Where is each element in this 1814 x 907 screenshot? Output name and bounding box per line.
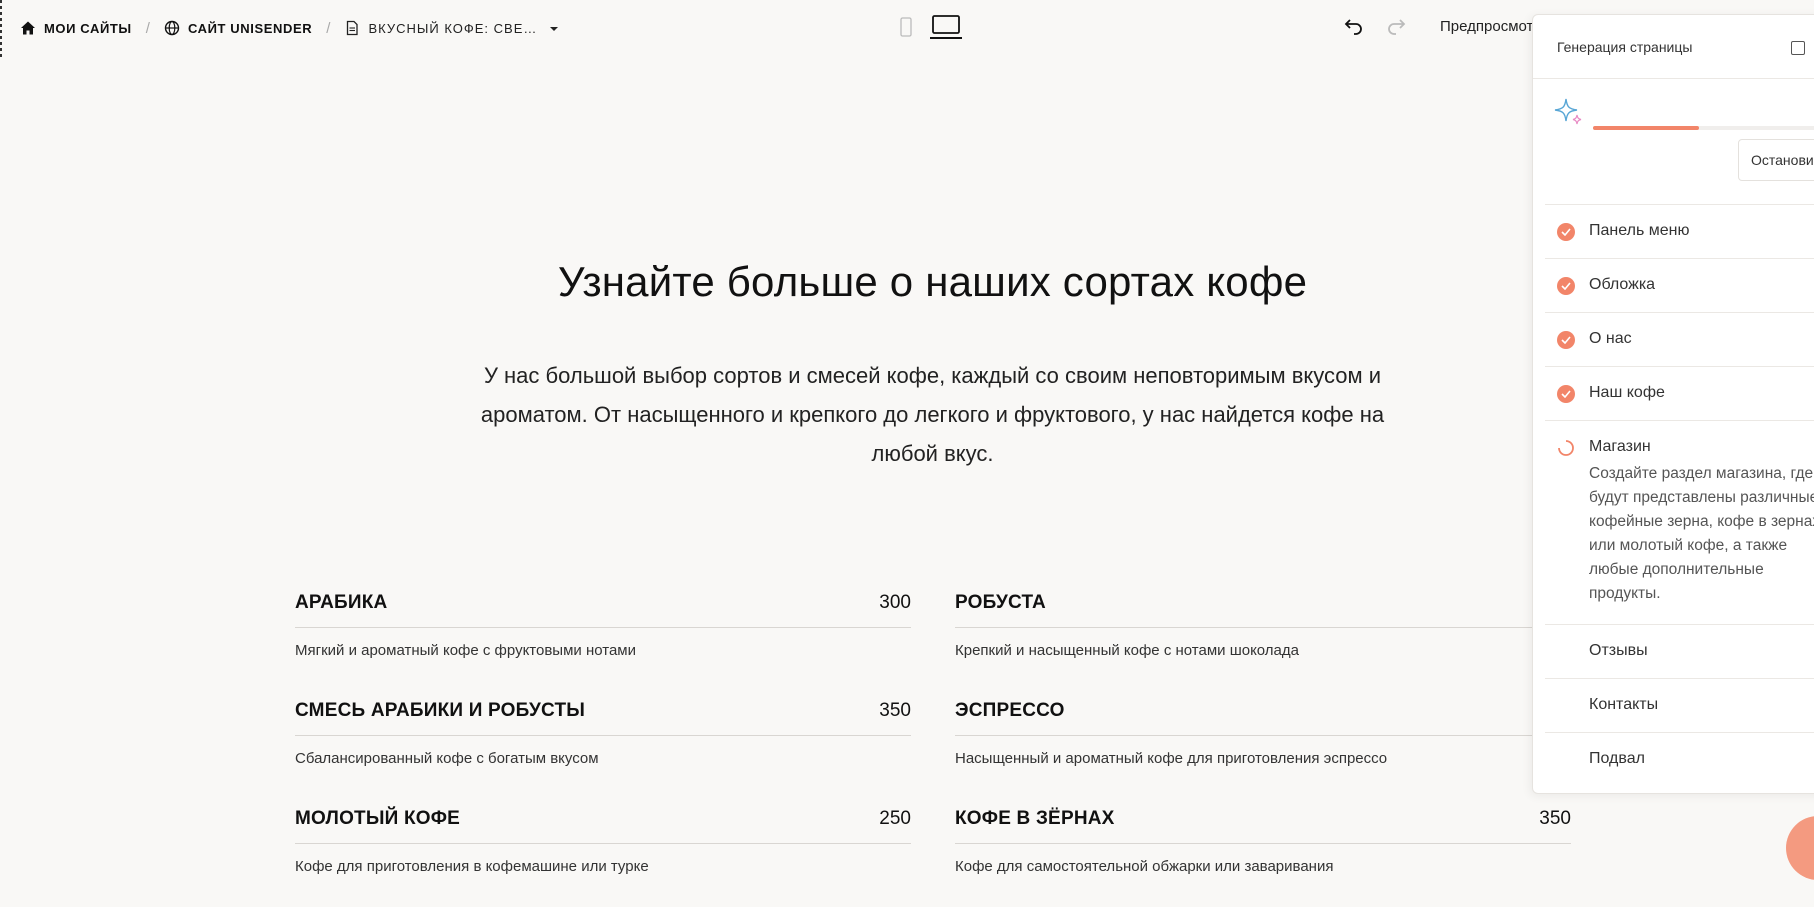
pending-step-icon [1557,643,1575,661]
check-circle-icon [1557,223,1575,241]
spinner-icon [1557,439,1575,457]
step-label: Отзывы [1589,642,1648,659]
breadcrumb-page[interactable]: ВКУСНЫЙ КОФЕ: СВЕ… [344,20,537,36]
menu-item-description: Кофе для приготовления в кофемашине или … [295,858,649,875]
step-label: О нас [1589,330,1632,347]
panel-toggle-icon[interactable] [1791,41,1805,55]
menu-item: АРАБИКА 300 Мягкий и ароматный кофе с фру… [295,586,911,659]
generation-step: Отзывы [1545,624,1814,678]
step-body: Панель меню [1589,205,1689,258]
step-body: Отзывы [1589,625,1648,678]
menu-item: СМЕСЬ АРАБИКИ И РОБУСТЫ 350 Сбалансирован… [295,694,911,767]
breadcrumb-site-label: САЙТ UNISENDER [187,20,313,36]
breadcrumb-separator: / [145,19,150,37]
menu-item-name: РОБУСТА [955,592,1046,613]
step-body: Наш кофе [1589,367,1665,420]
menu-item-name: ЭСПРЕССО [955,700,1065,721]
menu-item-price: 350 [879,700,911,721]
breadcrumb-page-label: ВКУСНЫЙ КОФЕ: СВЕ… [368,20,538,36]
caret-down-icon[interactable] [549,19,559,37]
step-body: Подвал [1589,733,1645,786]
intro-text: У нас большой выбор сортов и смесей кофе… [480,363,1385,466]
stop-generation-button[interactable]: Остановить [1738,139,1814,181]
preview-link[interactable]: Предпросмотр [1440,18,1534,35]
menu-item-price: 350 [1539,808,1571,829]
check-circle-icon [1557,331,1575,349]
generation-step: Наш кофе [1545,366,1814,420]
breadcrumb-my-sites[interactable]: МОИ САЙТЫ [20,20,132,36]
menu-item-description: Крепкий и насыщенный кофе с нотами шокол… [955,642,1299,659]
mobile-icon[interactable] [900,17,912,42]
home-icon [21,21,35,35]
generation-panel: Генерация страницы Остановить Панель мен… [1532,14,1814,794]
check-circle-icon [1557,385,1575,403]
step-label: Наш кофе [1589,384,1665,401]
menu-item: ЭСПРЕССО Насыщенный и ароматный кофе для… [955,694,1571,767]
device-switcher [900,14,962,45]
generation-step: Панель меню [1545,204,1814,258]
pending-step-icon [1557,697,1575,715]
step-body: Магазин Создайте раздел магазина, где буд… [1589,421,1814,624]
undo-icon[interactable] [1344,16,1364,41]
step-label: Магазин [1589,438,1651,455]
menu-item-description: Мягкий и ароматный кофе с фруктовыми нот… [295,642,636,659]
laptop-icon[interactable] [930,14,962,45]
generation-step: Обложка [1545,258,1814,312]
step-body: Контакты [1589,679,1658,732]
menu-item: КОФЕ В ЗЁРНАХ 350 Кофе для самостоятельно… [955,802,1571,875]
menu-item-name: АРАБИКА [295,592,388,613]
generation-step: Подвал [1545,732,1814,786]
globe-icon [164,20,180,36]
sparkle-icon [1554,98,1582,125]
menu-item-price: 300 [879,592,911,613]
breadcrumb-separator: / [326,19,331,37]
generation-step: Контакты [1545,678,1814,732]
step-label: Обложка [1589,276,1656,293]
menu-item-description: Сбалансированный кофе с богатым вкусом [295,750,599,767]
menu-item-name: СМЕСЬ АРАБИКИ И РОБУСТЫ [295,700,586,721]
generation-steps: Панель меню Обложка О нас Наш кофе Магазин Со… [1545,204,1814,786]
history-controls [1344,16,1406,41]
menu-item-price: 250 [879,808,911,829]
help-fab-button[interactable] [1786,816,1814,880]
step-description: Создайте раздел магазина, где будут пред… [1589,465,1814,602]
step-label: Подвал [1589,750,1645,767]
menu-item: РОБУСТА Крепкий и насыщенный кофе с нота… [955,586,1571,659]
breadcrumb-my-sites-label: МОИ САЙТЫ [44,20,132,36]
generation-step: О нас [1545,312,1814,366]
progress-bar [1593,126,1814,130]
generation-step: Магазин Создайте раздел магазина, где буд… [1545,420,1814,624]
menu-item-name: КОФЕ В ЗЁРНАХ [955,808,1115,829]
menu-item: МОЛОТЫЙ КОФЕ 250 Кофе для приготовления в… [295,802,911,875]
menu-item-description: Насыщенный и ароматный кофе для приготов… [955,750,1388,767]
panel-title: Генерация страницы [1557,38,1693,55]
check-circle-icon [1557,277,1575,295]
menu-item-name: МОЛОТЫЙ КОФЕ [295,808,461,829]
generation-progress-row [1533,79,1814,145]
breadcrumb-site[interactable]: САЙТ UNISENDER [164,20,312,36]
panel-header: Генерация страницы [1533,15,1814,79]
breadcrumb: МОИ САЙТЫ / САЙТ UNISENDER / ВКУСНЫЙ КОФ… [20,0,559,56]
step-label: Панель меню [1589,222,1690,239]
pending-step-icon [1557,751,1575,769]
page-heading: Узнайте больше о наших сортах кофе [557,258,1308,305]
menu-item-description: Кофе для самостоятельной обжарки или зав… [955,858,1334,875]
redo-icon[interactable] [1386,16,1406,41]
step-label: Контакты [1589,696,1659,713]
progress-fill [1593,126,1699,130]
step-body: Обложка [1589,259,1655,312]
document-icon [347,20,359,36]
step-body: О нас [1589,313,1632,366]
